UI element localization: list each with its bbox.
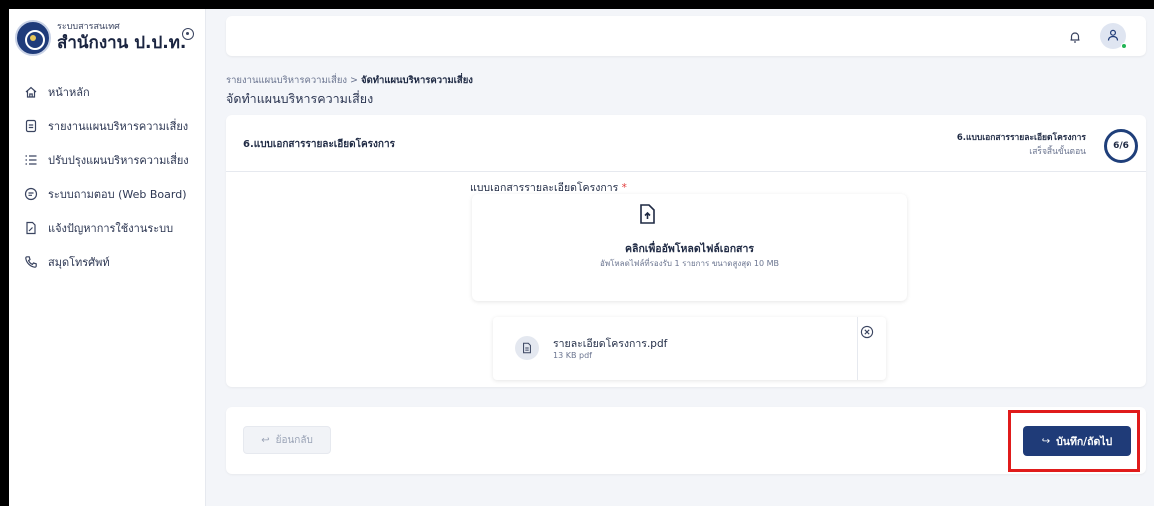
breadcrumb-parent[interactable]: รายงานแผนบริหารความเสี่ยง — [226, 75, 347, 86]
bell-icon[interactable] — [1068, 29, 1082, 43]
sidebar-item-home[interactable]: หน้าหลัก — [9, 75, 206, 109]
uploaded-file: รายละเอียดโครงการ.pdf 13 KB pdf — [493, 317, 886, 380]
dropzone-title: คลิกเพื่ออัพโหลดไฟล์เอกสาร — [624, 243, 755, 255]
sidebar-item-label: รายงานแผนบริหารความเสี่ยง — [48, 120, 189, 133]
file-meta: 13 KB pdf — [553, 351, 592, 360]
sidebar-nav: หน้าหลัก รายงานแผนบริหารความเสี่ยง ปรับป… — [9, 75, 206, 279]
step-status: เสร็จสิ้นขั้นตอน — [1029, 147, 1086, 157]
save-button-label: บันทึก/ถัดไป — [1056, 435, 1113, 448]
dropzone-hint: อัพโหลดไฟล์ที่รองรับ 1 รายการ ขนาดสูงสุด… — [600, 259, 779, 268]
document-icon — [24, 119, 38, 133]
file-dropzone[interactable]: คลิกเพื่ออัพโหลดไฟล์เอกสาร อัพโหลดไฟล์ที… — [472, 194, 907, 301]
brand-subtitle: ระบบสารสนเทศ — [57, 22, 120, 32]
online-status-dot — [1121, 43, 1127, 49]
brand-title: สำนักงาน ป.ป.ท. — [57, 33, 187, 53]
form-footer: ↩ ย้อนกลับ ↪ บันทึก/ถัดไป — [226, 407, 1146, 474]
required-mark: * — [621, 182, 627, 194]
upload-file-icon — [636, 203, 658, 225]
back-arrow-icon: ↩ — [261, 434, 270, 446]
step-progress-ring: 6/6 — [1104, 129, 1138, 163]
app-frame: ระบบสารสนเทศ สำนักงาน ป.ป.ท. หน้าหลัก รา… — [9, 9, 1154, 506]
sidebar-item-phonebook[interactable]: สมุดโทรศัพท์ — [9, 245, 206, 279]
sidebar-item-risk-report[interactable]: รายงานแผนบริหารความเสี่ยง — [9, 109, 206, 143]
sidebar-item-label: ปรับปรุงแผนบริหารความเสี่ยง — [48, 154, 189, 167]
sidebar-item-label: ระบบถามตอบ (Web Board) — [48, 188, 187, 201]
step-label: 6.แบบเอกสารรายละเอียดโครงการ — [956, 133, 1086, 143]
save-next-button[interactable]: ↪ บันทึก/ถัดไป — [1023, 426, 1131, 456]
divider — [857, 317, 858, 380]
sidebar-item-webboard[interactable]: ระบบถามตอบ (Web Board) — [9, 177, 206, 211]
home-icon — [24, 85, 38, 99]
breadcrumb-current: จัดทำแผนบริหารความเสี่ยง — [361, 75, 473, 86]
chat-icon — [24, 187, 38, 201]
file-name[interactable]: รายละเอียดโครงการ.pdf — [553, 335, 667, 352]
card-header: 6.แบบเอกสารรายละเอียดโครงการ 6.แบบเอกสาร… — [226, 115, 1146, 172]
brand: ระบบสารสนเทศ สำนักงาน ป.ป.ท. — [15, 15, 200, 61]
sidebar-item-report-issue[interactable]: แจ้งปัญหาการใช้งานระบบ — [9, 211, 206, 245]
list-icon — [24, 153, 38, 167]
file-icon — [515, 336, 539, 360]
user-avatar[interactable] — [1100, 23, 1127, 49]
phone-icon — [24, 255, 38, 269]
sidebar-item-label: หน้าหลัก — [48, 86, 90, 99]
sidebar-item-label: แจ้งปัญหาการใช้งานระบบ — [48, 222, 174, 235]
sidebar: ระบบสารสนเทศ สำนักงาน ป.ป.ท. หน้าหลัก รา… — [9, 9, 206, 506]
top-bar — [226, 16, 1146, 56]
breadcrumb-separator: > — [347, 75, 362, 86]
sidebar-toggle-icon[interactable] — [182, 28, 194, 40]
remove-file-icon[interactable] — [860, 324, 874, 339]
sidebar-item-label: สมุดโทรศัพท์ — [48, 256, 110, 269]
back-button-label: ย้อนกลับ — [275, 434, 313, 446]
section-title: 6.แบบเอกสารรายละเอียดโครงการ — [243, 139, 395, 150]
upload-card: 6.แบบเอกสารรายละเอียดโครงการ 6.แบบเอกสาร… — [226, 115, 1146, 387]
step-progress-text: 6/6 — [1113, 141, 1129, 151]
edit-document-icon — [24, 221, 38, 235]
page-title: จัดทำแผนบริหารความเสี่ยง — [226, 91, 374, 106]
user-icon — [1106, 27, 1120, 46]
back-button[interactable]: ↩ ย้อนกลับ — [243, 426, 331, 454]
forward-arrow-icon: ↪ — [1041, 435, 1051, 447]
sidebar-item-risk-improve[interactable]: ปรับปรุงแผนบริหารความเสี่ยง — [9, 143, 206, 177]
agency-logo — [15, 20, 51, 56]
breadcrumb: รายงานแผนบริหารความเสี่ยง > จัดทำแผนบริห… — [226, 73, 473, 88]
